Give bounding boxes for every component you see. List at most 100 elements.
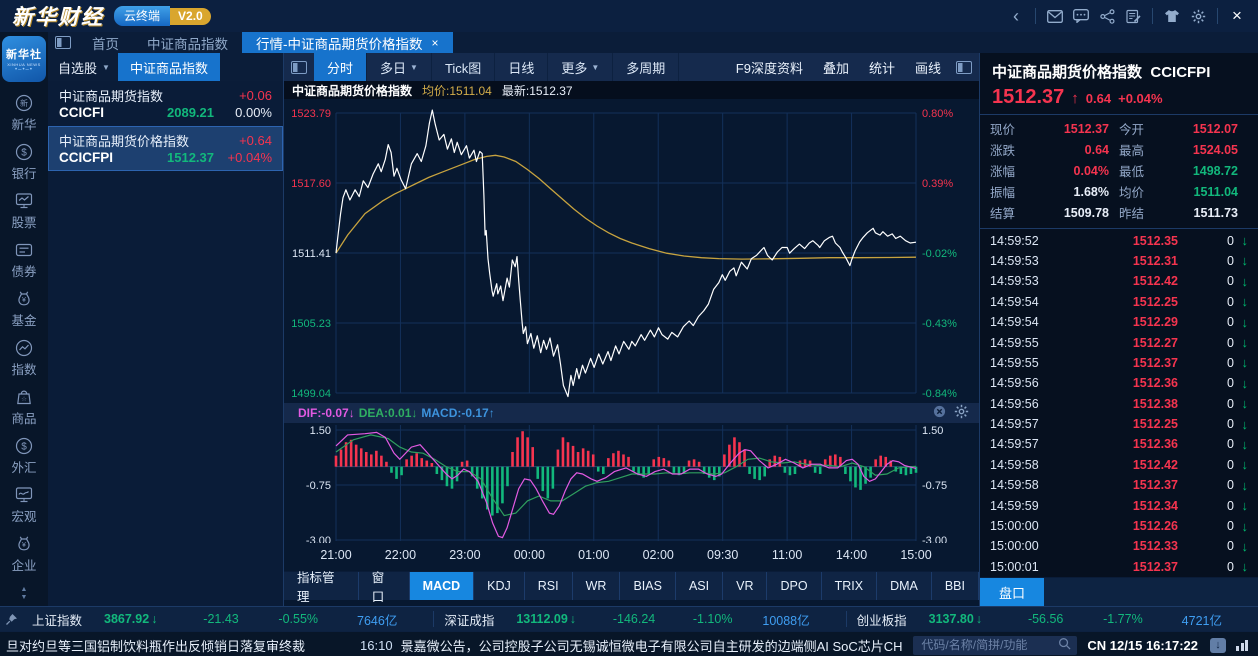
index-turnover: 10088亿 <box>732 610 835 629</box>
sidebar-item-bank[interactable]: $银行 <box>0 137 48 186</box>
index-pct: -1.10% <box>655 612 732 626</box>
toolbar-button-统计[interactable]: 统计 <box>869 58 895 77</box>
indicator-tab-DPO[interactable]: DPO <box>767 572 821 600</box>
toolbar-button-画线[interactable]: 画线 <box>915 58 941 77</box>
indicator-tab-BBI[interactable]: BBI <box>932 572 979 600</box>
layout-split-icon[interactable] <box>48 32 78 53</box>
indicator-tab-VR[interactable]: VR <box>723 572 767 600</box>
watchlist-panel: 自选股 ▼ 中证商品指数 中证商品期货指数+0.06CCICFI2089.210… <box>48 53 284 606</box>
watchlist-group-dropdown[interactable]: 自选股 ▼ <box>48 53 118 81</box>
indicator-tab-MACD[interactable]: MACD <box>410 572 475 600</box>
stat-value: 1511.73 <box>1159 206 1248 220</box>
sidebar-scroll-arrows[interactable]: ▲▼ <box>21 586 28 606</box>
indicator-tab-RSI[interactable]: RSI <box>525 572 573 600</box>
indicator-tab-TRIX[interactable]: TRIX <box>822 572 877 600</box>
mail-icon[interactable] <box>1042 6 1068 26</box>
sidebar-item-macro[interactable]: 宏观 <box>0 480 48 529</box>
intraday-price-chart[interactable]: 1523.791517.601511.411505.231499.040.80%… <box>284 99 979 403</box>
panel-expand-icon[interactable] <box>949 53 979 81</box>
tick-volume: 0 <box>1220 274 1234 288</box>
tab-pankou[interactable]: 盘口 <box>980 578 1044 606</box>
sidebar-item-stock[interactable]: 股票 <box>0 186 48 235</box>
indicator-tab-指标管理[interactable]: 指标管理 <box>284 572 359 600</box>
fund-icon: ¥ <box>14 289 34 309</box>
news-item[interactable]: 景嘉微公告，公司控股子公司无锡诚恒微电子有限公司自主研发的边端侧AI SoC芯片… <box>401 636 904 655</box>
macd-chart[interactable]: 1.501.50-0.75-0.75-3.00-3.00 <box>284 423 979 543</box>
sidebar-item-commodity[interactable]: ☆商品 <box>0 382 48 431</box>
period-button-label: 日线 <box>508 58 534 77</box>
watchlist-item[interactable]: 中证商品期货价格指数+0.64CCICFPI1512.37+0.04% <box>48 126 283 171</box>
tab-close-icon[interactable]: × <box>432 36 439 50</box>
sidebar-item-bond[interactable]: 债券 <box>0 235 48 284</box>
toolbar-button-F9深度资料[interactable]: F9深度资料 <box>736 58 803 77</box>
down-arrow-icon: ↓ <box>1234 233 1248 248</box>
tick-time: 14:59:57 <box>990 437 1062 451</box>
svg-text:1511.41: 1511.41 <box>292 248 331 260</box>
tab-1[interactable]: 中证商品指数 <box>133 32 242 53</box>
period-button-日线[interactable]: 日线 <box>495 53 548 81</box>
period-button-多周期[interactable]: 多周期 <box>613 53 679 81</box>
indicator-tab-DMA[interactable]: DMA <box>877 572 932 600</box>
period-button-Tick图[interactable]: Tick图 <box>432 53 495 81</box>
indicator-tab-KDJ[interactable]: KDJ <box>474 572 525 600</box>
note-icon[interactable] <box>1120 6 1146 26</box>
quote-stat-row: 涨跌0.64最高1524.05 <box>990 139 1248 160</box>
indicator-tab-WR[interactable]: WR <box>573 572 621 600</box>
sidebar-item-enterprise[interactable]: ¥企业 <box>0 529 48 578</box>
search-input[interactable] <box>919 637 1058 653</box>
period-button-更多[interactable]: 更多▼ <box>548 53 613 81</box>
tick-time: 14:59:53 <box>990 274 1062 288</box>
download-icon[interactable]: ↓ <box>1210 638 1226 653</box>
svg-text:0.80%: 0.80% <box>922 108 953 120</box>
tick-time: 14:59:57 <box>990 417 1062 431</box>
sidebar-item-label: 企业 <box>11 555 36 574</box>
period-button-分时[interactable]: 分时 <box>314 53 367 81</box>
stat-label: 今开 <box>1119 119 1159 138</box>
macd-close-icon[interactable] <box>933 405 946 421</box>
tick-time: 14:59:53 <box>990 254 1062 268</box>
news-ticker[interactable]: 旦对约旦等三国铝制饮料瓶作出反倾销日落复审终裁 16:10 景嘉微公告，公司控股… <box>0 636 903 655</box>
tick-price: 1512.36 <box>1062 437 1220 451</box>
status-index-创业板指[interactable]: 创业板指3137.80↓-56.56-1.77%4721亿 <box>847 610 1258 629</box>
tick-price: 1512.35 <box>1062 234 1220 248</box>
tab-label: 中证商品指数 <box>147 33 228 53</box>
svg-text:¥: ¥ <box>22 297 26 304</box>
tick-volume: 0 <box>1220 417 1234 431</box>
toolbar-button-叠加[interactable]: 叠加 <box>823 58 849 77</box>
chat-icon[interactable] <box>1068 6 1094 26</box>
sidebar-item-index[interactable]: 指数 <box>0 333 48 382</box>
watchlist-tab-czsp[interactable]: 中证商品指数 <box>118 53 220 81</box>
market-status-bar: 上证指数3867.92↓-21.43-0.55%7646亿深证成指13112.0… <box>0 606 1258 631</box>
news-item[interactable]: 旦对约旦等三国铝制饮料瓶作出反倾销日落复审终裁 <box>6 636 305 655</box>
period-button-多日[interactable]: 多日▼ <box>367 53 432 81</box>
pin-icon[interactable] <box>0 613 22 626</box>
share-icon[interactable] <box>1094 6 1120 26</box>
svg-text:-3.00: -3.00 <box>922 535 947 543</box>
tick-time: 14:59:55 <box>990 356 1062 370</box>
theme-skin-icon[interactable] <box>1159 6 1185 26</box>
tab-2[interactable]: 行情-中证商品期货价格指数× <box>242 32 453 53</box>
symbol-search-box[interactable] <box>913 636 1077 655</box>
watchlist-item[interactable]: 中证商品期货指数+0.06CCICFI2089.210.00% <box>48 81 283 126</box>
indicator-tab-BIAS[interactable]: BIAS <box>620 572 676 600</box>
close-icon[interactable]: × <box>1224 6 1250 26</box>
tick-price: 1512.26 <box>1062 519 1220 533</box>
settings-gear-icon[interactable] <box>1185 6 1211 26</box>
status-index-深证成指[interactable]: 深证成指13112.09↓-146.24-1.10%10088亿 <box>434 610 845 629</box>
stat-label: 昨结 <box>1119 203 1159 222</box>
sidebar-item-fund[interactable]: ¥基金 <box>0 284 48 333</box>
macd-settings-icon[interactable] <box>954 404 969 422</box>
indicator-tab-ASI[interactable]: ASI <box>676 572 723 600</box>
tick-time: 14:59:58 <box>990 478 1062 492</box>
status-index-上证指数[interactable]: 上证指数3867.92↓-21.43-0.55%7646亿 <box>22 610 433 629</box>
index-pct: -0.55% <box>239 612 318 626</box>
panel-collapse-icon[interactable] <box>284 53 314 81</box>
indicator-tab-窗口[interactable]: 窗口 <box>359 572 410 600</box>
instrument-pct: +0.04% <box>214 150 272 165</box>
back-icon[interactable]: ‹ <box>1003 6 1029 26</box>
sidebar-item-forex[interactable]: $外汇 <box>0 431 48 480</box>
tab-0[interactable]: 首页 <box>78 32 133 53</box>
sidebar-item-xinhua[interactable]: 新新华 <box>0 88 48 137</box>
down-arrow-icon: ↓ <box>570 612 576 626</box>
version-badge: V2.0 <box>170 8 211 25</box>
